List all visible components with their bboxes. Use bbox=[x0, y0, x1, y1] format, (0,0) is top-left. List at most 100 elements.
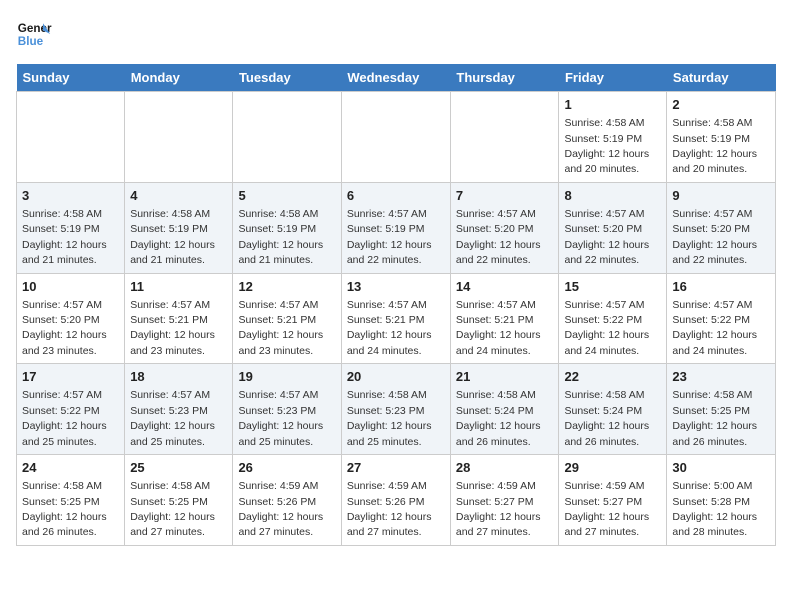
day-number: 2 bbox=[672, 96, 770, 114]
day-number: 3 bbox=[22, 187, 119, 205]
day-number: 13 bbox=[347, 278, 445, 296]
day-info: Sunrise: 4:57 AM Sunset: 5:22 PM Dayligh… bbox=[672, 299, 757, 357]
day-info: Sunrise: 4:57 AM Sunset: 5:22 PM Dayligh… bbox=[564, 299, 649, 357]
calendar-cell: 9Sunrise: 4:57 AM Sunset: 5:20 PM Daylig… bbox=[667, 182, 776, 273]
calendar-cell: 19 Sunrise: 4:57 AM Sunset: 5:23 PM Dayli… bbox=[233, 364, 341, 455]
calendar-cell: 26 Sunrise: 4:59 AM Sunset: 5:26 PM Dayli… bbox=[233, 455, 341, 546]
page-header: General Blue bbox=[16, 16, 776, 52]
day-info: Sunrise: 4:59 AM Sunset: 5:27 PM Dayligh… bbox=[456, 480, 541, 538]
calendar-cell: 10 Sunrise: 4:57 AM Sunset: 5:20 PM Dayli… bbox=[17, 273, 125, 364]
calendar-header: SundayMondayTuesdayWednesdayThursdayFrid… bbox=[17, 64, 776, 92]
day-info: Sunrise: 4:57 AM Sunset: 5:20 PM Dayligh… bbox=[456, 208, 541, 266]
calendar-cell: 18Sunrise: 4:57 AM Sunset: 5:23 PM Dayli… bbox=[125, 364, 233, 455]
day-number: 11 bbox=[130, 278, 227, 296]
calendar-cell: 12Sunrise: 4:57 AM Sunset: 5:21 PM Dayli… bbox=[233, 273, 341, 364]
day-info: Sunrise: 4:57 AM Sunset: 5:21 PM Dayligh… bbox=[456, 299, 541, 357]
day-number: 6 bbox=[347, 187, 445, 205]
calendar-cell: 3 Sunrise: 4:58 AM Sunset: 5:19 PM Daylig… bbox=[17, 182, 125, 273]
day-number: 16 bbox=[672, 278, 770, 296]
day-number: 17 bbox=[22, 368, 119, 386]
day-number: 8 bbox=[564, 187, 661, 205]
week-row-2: 3 Sunrise: 4:58 AM Sunset: 5:19 PM Daylig… bbox=[17, 182, 776, 273]
weekday-header-thursday: Thursday bbox=[450, 64, 559, 92]
day-number: 19 bbox=[238, 368, 335, 386]
day-number: 24 bbox=[22, 459, 119, 477]
calendar-cell: 25 Sunrise: 4:58 AM Sunset: 5:25 PM Dayli… bbox=[125, 455, 233, 546]
calendar-cell: 28 Sunrise: 4:59 AM Sunset: 5:27 PM Dayli… bbox=[450, 455, 559, 546]
day-info: Sunrise: 4:58 AM Sunset: 5:23 PM Dayligh… bbox=[347, 389, 432, 447]
day-info: Sunrise: 4:57 AM Sunset: 5:23 PM Dayligh… bbox=[130, 389, 215, 447]
svg-text:General: General bbox=[18, 22, 52, 35]
day-info: Sunrise: 4:59 AM Sunset: 5:27 PM Dayligh… bbox=[564, 480, 649, 538]
calendar-cell: 14 Sunrise: 4:57 AM Sunset: 5:21 PM Dayli… bbox=[450, 273, 559, 364]
calendar-cell: 22Sunrise: 4:58 AM Sunset: 5:24 PM Dayli… bbox=[559, 364, 667, 455]
day-info: Sunrise: 4:58 AM Sunset: 5:25 PM Dayligh… bbox=[130, 480, 215, 538]
day-number: 23 bbox=[672, 368, 770, 386]
calendar-body: 1 Sunrise: 4:58 AM Sunset: 5:19 PM Daylig… bbox=[17, 92, 776, 546]
day-info: Sunrise: 4:58 AM Sunset: 5:19 PM Dayligh… bbox=[22, 208, 107, 266]
day-number: 15 bbox=[564, 278, 661, 296]
day-info: Sunrise: 4:57 AM Sunset: 5:20 PM Dayligh… bbox=[564, 208, 649, 266]
logo-icon: General Blue bbox=[16, 16, 52, 52]
day-number: 28 bbox=[456, 459, 554, 477]
day-number: 26 bbox=[238, 459, 335, 477]
day-info: Sunrise: 4:57 AM Sunset: 5:19 PM Dayligh… bbox=[347, 208, 432, 266]
day-number: 10 bbox=[22, 278, 119, 296]
day-number: 25 bbox=[130, 459, 227, 477]
weekday-header-wednesday: Wednesday bbox=[341, 64, 450, 92]
calendar-table: SundayMondayTuesdayWednesdayThursdayFrid… bbox=[16, 64, 776, 546]
calendar-cell: 1Sunrise: 4:58 AM Sunset: 5:19 PM Daylig… bbox=[559, 92, 667, 183]
calendar-cell: 4 Sunrise: 4:58 AM Sunset: 5:19 PM Daylig… bbox=[125, 182, 233, 273]
day-info: Sunrise: 4:58 AM Sunset: 5:25 PM Dayligh… bbox=[672, 389, 757, 447]
calendar-cell: 20 Sunrise: 4:58 AM Sunset: 5:23 PM Dayli… bbox=[341, 364, 450, 455]
week-row-4: 17 Sunrise: 4:57 AM Sunset: 5:22 PM Dayli… bbox=[17, 364, 776, 455]
day-number: 5 bbox=[238, 187, 335, 205]
calendar-cell: 17 Sunrise: 4:57 AM Sunset: 5:22 PM Dayli… bbox=[17, 364, 125, 455]
calendar-cell: 16 Sunrise: 4:57 AM Sunset: 5:22 PM Dayli… bbox=[667, 273, 776, 364]
day-number: 22 bbox=[564, 368, 661, 386]
day-info: Sunrise: 4:58 AM Sunset: 5:24 PM Dayligh… bbox=[456, 389, 541, 447]
calendar-cell: 24Sunrise: 4:58 AM Sunset: 5:25 PM Dayli… bbox=[17, 455, 125, 546]
calendar-cell bbox=[233, 92, 341, 183]
day-info: Sunrise: 4:57 AM Sunset: 5:21 PM Dayligh… bbox=[238, 299, 323, 357]
calendar-cell bbox=[17, 92, 125, 183]
week-row-1: 1 Sunrise: 4:58 AM Sunset: 5:19 PM Daylig… bbox=[17, 92, 776, 183]
calendar-cell bbox=[450, 92, 559, 183]
svg-text:Blue: Blue bbox=[18, 35, 44, 48]
weekday-header-row: SundayMondayTuesdayWednesdayThursdayFrid… bbox=[17, 64, 776, 92]
day-info: Sunrise: 4:57 AM Sunset: 5:23 PM Dayligh… bbox=[238, 389, 323, 447]
day-number: 30 bbox=[672, 459, 770, 477]
calendar-cell: 8 Sunrise: 4:57 AM Sunset: 5:20 PM Daylig… bbox=[559, 182, 667, 273]
calendar-cell bbox=[341, 92, 450, 183]
day-info: Sunrise: 4:58 AM Sunset: 5:19 PM Dayligh… bbox=[672, 117, 757, 175]
day-number: 4 bbox=[130, 187, 227, 205]
calendar-cell: 30Sunrise: 5:00 AM Sunset: 5:28 PM Dayli… bbox=[667, 455, 776, 546]
weekday-header-tuesday: Tuesday bbox=[233, 64, 341, 92]
day-number: 1 bbox=[564, 96, 661, 114]
day-number: 21 bbox=[456, 368, 554, 386]
day-info: Sunrise: 4:58 AM Sunset: 5:19 PM Dayligh… bbox=[238, 208, 323, 266]
calendar-cell: 2 Sunrise: 4:58 AM Sunset: 5:19 PM Daylig… bbox=[667, 92, 776, 183]
calendar-cell: 15 Sunrise: 4:57 AM Sunset: 5:22 PM Dayli… bbox=[559, 273, 667, 364]
calendar-cell: 27Sunrise: 4:59 AM Sunset: 5:26 PM Dayli… bbox=[341, 455, 450, 546]
calendar-cell: 11 Sunrise: 4:57 AM Sunset: 5:21 PM Dayli… bbox=[125, 273, 233, 364]
day-number: 14 bbox=[456, 278, 554, 296]
calendar-cell bbox=[125, 92, 233, 183]
calendar-cell: 23 Sunrise: 4:58 AM Sunset: 5:25 PM Dayli… bbox=[667, 364, 776, 455]
day-number: 27 bbox=[347, 459, 445, 477]
logo: General Blue bbox=[16, 16, 52, 52]
day-info: Sunrise: 4:57 AM Sunset: 5:20 PM Dayligh… bbox=[22, 299, 107, 357]
calendar-cell: 13 Sunrise: 4:57 AM Sunset: 5:21 PM Dayli… bbox=[341, 273, 450, 364]
week-row-5: 24 Sunrise: 4:58 AM Sunset: 5:25 PM Dayli… bbox=[17, 455, 776, 546]
day-info: Sunrise: 4:58 AM Sunset: 5:19 PM Dayligh… bbox=[130, 208, 215, 266]
day-info: Sunrise: 4:57 AM Sunset: 5:21 PM Dayligh… bbox=[130, 299, 215, 357]
day-number: 7 bbox=[456, 187, 554, 205]
calendar-cell: 7 Sunrise: 4:57 AM Sunset: 5:20 PM Daylig… bbox=[450, 182, 559, 273]
weekday-header-saturday: Saturday bbox=[667, 64, 776, 92]
day-info: Sunrise: 4:57 AM Sunset: 5:21 PM Dayligh… bbox=[347, 299, 432, 357]
day-number: 20 bbox=[347, 368, 445, 386]
week-row-3: 10 Sunrise: 4:57 AM Sunset: 5:20 PM Dayli… bbox=[17, 273, 776, 364]
day-info: Sunrise: 4:59 AM Sunset: 5:26 PM Dayligh… bbox=[238, 480, 323, 538]
day-info: Sunrise: 4:57 AM Sunset: 5:22 PM Dayligh… bbox=[22, 389, 107, 447]
calendar-cell: 29Sunrise: 4:59 AM Sunset: 5:27 PM Dayli… bbox=[559, 455, 667, 546]
